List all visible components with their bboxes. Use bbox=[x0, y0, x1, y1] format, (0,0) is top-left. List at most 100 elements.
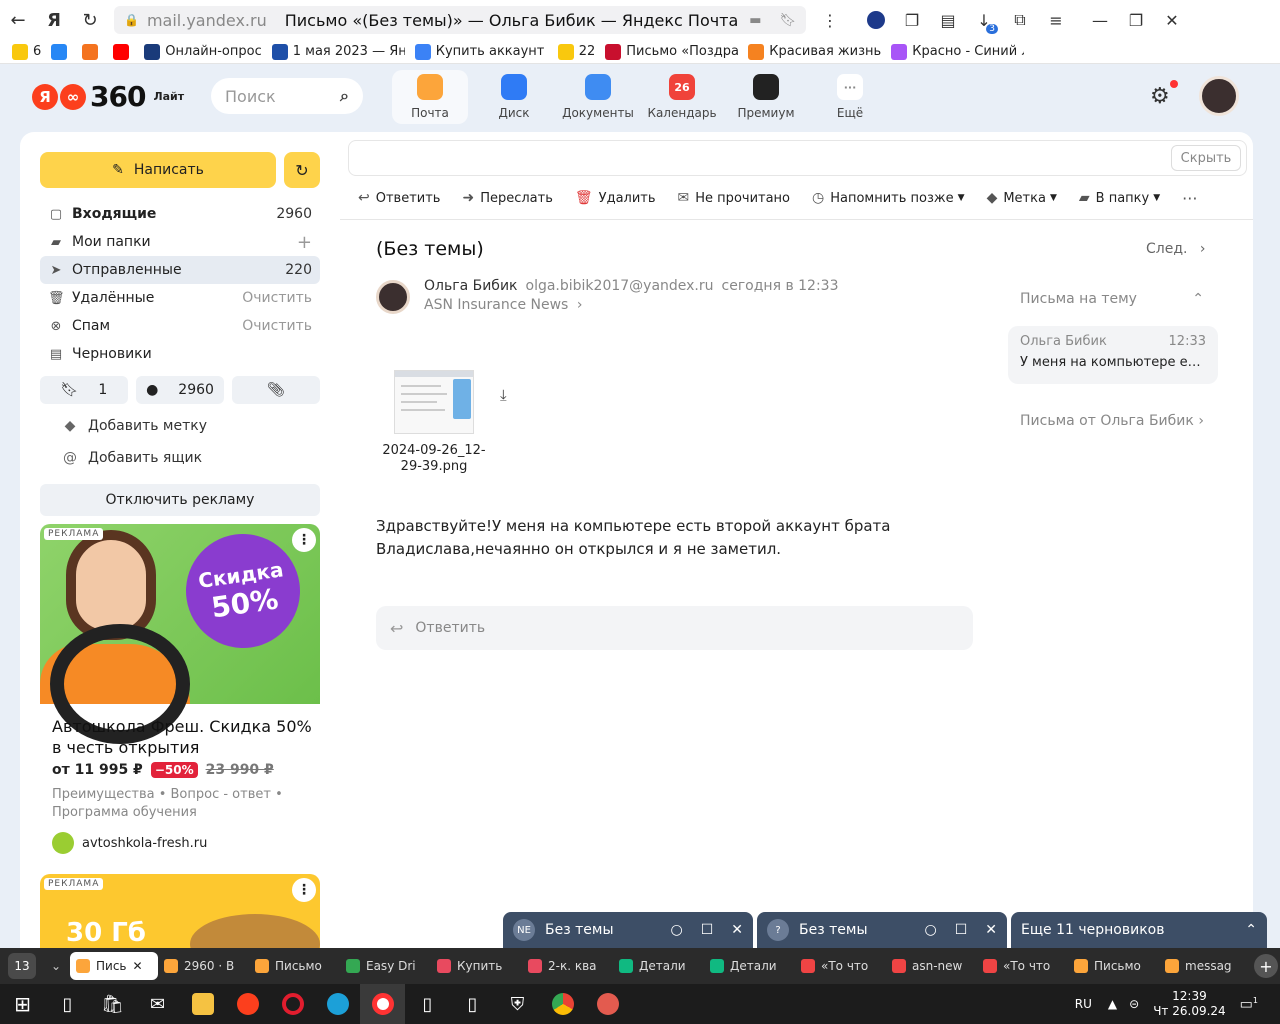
compose-button[interactable]: ✎ Написать bbox=[40, 152, 276, 188]
store-icon[interactable]: 🛍︎ bbox=[90, 984, 135, 1024]
remind-later-button[interactable]: ◷ Напомнить позже ▼ bbox=[812, 190, 965, 206]
folder-item[interactable]: 🗑︎ Удалённые Очистить bbox=[40, 284, 320, 312]
hamburger-icon[interactable]: ≡ bbox=[1038, 2, 1074, 38]
sender-name[interactable]: Ольга Бибик bbox=[424, 278, 518, 294]
reload-icon[interactable]: ↻ bbox=[72, 2, 108, 38]
service-documents[interactable]: Документы bbox=[560, 70, 636, 124]
browser-tab[interactable]: Письмо bbox=[249, 952, 340, 980]
yandex-browser-taskbar-icon[interactable] bbox=[360, 984, 405, 1024]
download-icon[interactable]: ⤓ bbox=[500, 386, 507, 404]
close-window-icon[interactable]: ✕ bbox=[1154, 2, 1190, 38]
ad-site[interactable]: avtoshkola-fresh.ru bbox=[52, 832, 207, 854]
tabs-icon[interactable]: ⧉ bbox=[1002, 2, 1038, 38]
next-message-link[interactable]: След. › bbox=[1146, 241, 1206, 257]
service-calendar[interactable]: 26 Календарь bbox=[644, 70, 720, 124]
document-icon[interactable]: ▯ bbox=[405, 984, 450, 1024]
reply-button[interactable]: ↩ Ответить bbox=[358, 190, 440, 206]
forward-button[interactable]: ➜ Переслать bbox=[462, 190, 552, 206]
thread-header[interactable]: Письма на тему ⌃ bbox=[1020, 291, 1204, 307]
edge-icon[interactable] bbox=[315, 984, 360, 1024]
folder-item[interactable]: ▰ Мои папки + bbox=[40, 228, 320, 256]
new-tab-icon[interactable]: + bbox=[1254, 954, 1278, 978]
attachment-name[interactable]: 2024-09-26_12-29-39.png bbox=[382, 443, 486, 475]
explorer-icon[interactable] bbox=[180, 984, 225, 1024]
bookmark-item[interactable]: 6 bbox=[12, 43, 41, 60]
tray-chevron-icon[interactable]: ▲ bbox=[1108, 997, 1117, 1011]
draft-expand-icon[interactable]: ☐ bbox=[701, 922, 714, 938]
folder-item[interactable]: ▤ Черновики bbox=[40, 340, 320, 368]
bookmark-item[interactable]: 1 мая 2023 — Янд bbox=[271, 43, 405, 60]
clock[interactable]: 12:39 Чт 26.09.24 bbox=[1153, 989, 1225, 1019]
bookmark-item[interactable] bbox=[51, 43, 72, 60]
service-disk[interactable]: Диск bbox=[476, 70, 552, 124]
extension-2-icon[interactable]: ▤ bbox=[930, 2, 966, 38]
language-indicator[interactable]: RU bbox=[1075, 997, 1092, 1011]
settings-gear-icon[interactable]: ⚙ bbox=[1150, 80, 1178, 109]
flagged-chip[interactable]: 🔖︎ 1 bbox=[40, 376, 128, 404]
add-label-button[interactable]: ◆ Добавить метку bbox=[60, 414, 207, 438]
draft-tab-1[interactable]: NE Без темы ○ ☐ ✕ bbox=[503, 912, 753, 948]
label-button[interactable]: ◆ Метка ▼ bbox=[987, 190, 1057, 206]
unread-chip[interactable]: ● 2960 bbox=[136, 376, 224, 404]
attachment-thumbnail[interactable] bbox=[394, 370, 474, 434]
restore-icon[interactable]: ❐ bbox=[1118, 2, 1154, 38]
delete-button[interactable]: 🗑︎ Удалить bbox=[575, 190, 656, 206]
search-input[interactable]: Поиск ⌕ bbox=[211, 78, 363, 114]
mailing-list-link[interactable]: ASN Insurance News › bbox=[424, 297, 582, 313]
back-icon[interactable]: ← bbox=[0, 2, 36, 38]
browser-tab[interactable]: Детали bbox=[613, 952, 704, 980]
ad-card[interactable]: Скидка 50% РЕКЛАМА ⋮ Автошкола Фреш. Ски… bbox=[40, 524, 320, 864]
from-sender-link[interactable]: Письма от Ольга Бибик › bbox=[1020, 413, 1204, 429]
chrome-icon[interactable] bbox=[540, 984, 585, 1024]
service-mail[interactable]: Почта bbox=[392, 70, 468, 124]
browser-tab[interactable]: Easy Dri bbox=[340, 952, 431, 980]
move-to-folder-button[interactable]: ▰ В папку ▼ bbox=[1079, 190, 1160, 206]
browser-tab[interactable]: Пись ✕ bbox=[70, 952, 158, 980]
folder-item[interactable]: ➤ Отправленные 220 bbox=[40, 256, 320, 284]
service-more[interactable]: ··· Ещё bbox=[812, 70, 888, 124]
chat-icon[interactable]: ▬ bbox=[749, 13, 761, 28]
network-icon[interactable]: ⊝ bbox=[1129, 997, 1139, 1011]
opera-icon[interactable] bbox=[270, 984, 315, 1024]
search-icon[interactable]: ⌕ bbox=[340, 86, 349, 106]
tab-count[interactable]: 13 bbox=[8, 953, 36, 979]
bookmark-item[interactable]: Купить аккаунт W bbox=[414, 43, 548, 60]
browser-tab[interactable]: Купить bbox=[431, 952, 522, 980]
clear-folder-button[interactable]: Очистить bbox=[242, 290, 312, 306]
downloads-icon[interactable]: ↓ 3 bbox=[966, 2, 1002, 38]
refresh-button[interactable]: ↻ bbox=[284, 152, 320, 188]
yandex-360-logo[interactable]: Я ∞ 360 Лайт bbox=[32, 80, 184, 113]
bookmark-item[interactable] bbox=[82, 43, 103, 60]
draft-close-icon[interactable]: ✕ bbox=[731, 922, 743, 938]
ad2-menu-icon[interactable]: ⋮ bbox=[292, 878, 316, 902]
address-bar[interactable]: 🔒 mail.yandex.ru Письмо «(Без темы)» — О… bbox=[114, 6, 806, 34]
bookmark-item[interactable]: Красно - Синий Л bbox=[891, 43, 1024, 60]
draft-tab-2[interactable]: ? Без темы ○ ☐ ✕ bbox=[757, 912, 1007, 948]
browser-tab[interactable]: Детали bbox=[704, 952, 795, 980]
yandex-browser-icon[interactable]: Я bbox=[36, 2, 72, 38]
browser-tab[interactable]: «То что bbox=[795, 952, 886, 980]
browser-tab[interactable]: 2-к. ква bbox=[522, 952, 613, 980]
draft-expand-icon[interactable]: ☐ bbox=[955, 922, 968, 938]
draft-minimize-icon[interactable]: ○ bbox=[924, 922, 936, 938]
draft-minimize-icon[interactable]: ○ bbox=[670, 922, 682, 938]
drafts-more-tab[interactable]: Еще 11 черновиков ⌃ bbox=[1011, 912, 1267, 948]
draft-close-icon[interactable]: ✕ bbox=[985, 922, 997, 938]
chevron-down-icon[interactable]: ⌄ bbox=[42, 953, 70, 979]
bookmark-icon[interactable]: 🔖︎ bbox=[779, 13, 796, 28]
menu-dots-icon[interactable]: ⋮ bbox=[812, 2, 848, 38]
ad-card-2[interactable]: РЕКЛАМА ⋮ 30 Гб bbox=[40, 874, 320, 948]
bookmark-item[interactable]: Красивая жизнь. bbox=[748, 43, 881, 60]
attachments-chip[interactable]: 📎︎ bbox=[232, 376, 320, 404]
folder-item[interactable]: ⊗ Спам Очистить bbox=[40, 312, 320, 340]
minimize-icon[interactable]: — bbox=[1082, 2, 1118, 38]
sender-email[interactable]: olga.bibik2017@yandex.ru bbox=[526, 278, 714, 294]
browser-tab[interactable]: «То что bbox=[977, 952, 1068, 980]
bookmark-item[interactable] bbox=[113, 43, 134, 60]
collections-icon[interactable]: ❐ bbox=[894, 2, 930, 38]
bookmark-item[interactable]: 22 bbox=[557, 43, 595, 60]
ad-menu-icon[interactable]: ⋮ bbox=[292, 528, 316, 552]
planet-icon[interactable] bbox=[585, 984, 630, 1024]
bookmark-item[interactable]: Письмо «Поздрав bbox=[605, 43, 738, 60]
add-mailbox-button[interactable]: @ Добавить ящик bbox=[60, 446, 202, 470]
